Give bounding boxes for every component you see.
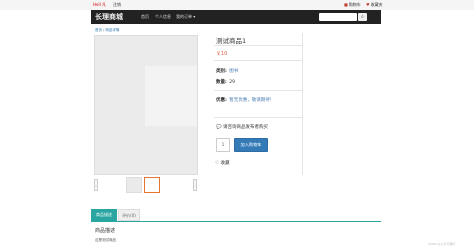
product-title: 测试商品1 <box>216 37 247 45</box>
category-label: 类别: <box>216 69 227 74</box>
category-row: 类别: 图书 <box>216 68 238 74</box>
product-main-image <box>94 35 198 175</box>
description-text: 这是测试商品 <box>95 238 116 242</box>
logout-link[interactable]: 注销 <box>113 2 121 8</box>
product-image-placeholder <box>145 66 197 126</box>
thumbnail-strip: ‹ › <box>94 177 198 193</box>
thumbnail-2-active[interactable] <box>144 177 160 193</box>
divider <box>214 90 302 91</box>
tab-reviews[interactable]: 评价(0) <box>118 209 140 221</box>
stock-row: 数量: 29 <box>216 79 235 85</box>
divider <box>214 60 302 61</box>
top-utility-bar: Hell 凡 注销 ■购物车 ♥收藏夹 <box>0 0 474 10</box>
thumb-prev-arrow[interactable]: ‹ <box>94 179 98 191</box>
add-to-cart-button[interactable]: 加入购物车 <box>234 138 268 152</box>
favorite-label: 收藏 <box>220 161 230 166</box>
nav-orders-dropdown[interactable]: 我的订单 ▾ <box>176 14 195 20</box>
heart-outline-icon: ♡ <box>215 161 220 166</box>
breadcrumb-home[interactable]: 首页 <box>95 28 102 32</box>
nav-profile[interactable]: 个人信息 <box>155 14 171 20</box>
cart-link[interactable]: ■购物车 <box>344 2 361 8</box>
cart-icon: ■ <box>344 2 348 7</box>
search-input[interactable] <box>319 13 357 21</box>
promo-value: 暂无优惠，敬请期待! <box>229 98 272 103</box>
favorites-link-label: 收藏夹 <box>370 2 383 7</box>
stock-label: 数量: <box>216 80 227 85</box>
product-price: ￥10 <box>216 51 228 57</box>
main-navbar: 长理商城 首页 个人信息 我的订单 ▾ ⌕ <box>91 10 381 24</box>
user-greeting-link[interactable]: Hell 凡 <box>93 2 106 8</box>
promo-row: 优惠: 暂无优惠，敬请期待! <box>216 97 272 103</box>
breadcrumb-current[interactable]: 商品详情 <box>105 28 119 32</box>
promo-label: 优惠: <box>216 98 227 103</box>
thumbnail-1[interactable] <box>126 177 142 193</box>
contact-seller-link[interactable]: 💬 请咨询商品发布者购买 <box>216 124 268 130</box>
search-button[interactable]: ⌕ <box>358 13 367 21</box>
vertical-divider <box>302 33 303 175</box>
favorites-link[interactable]: ♥收藏夹 <box>366 2 383 8</box>
nav-home[interactable]: 首页 <box>141 14 149 20</box>
search-icon: ⌕ <box>361 14 364 20</box>
favorite-button[interactable]: ♡ 收藏 <box>215 160 229 166</box>
stock-value: 29 <box>229 80 235 85</box>
thumb-next-arrow[interactable]: › <box>193 179 197 191</box>
category-value[interactable]: 图书 <box>229 69 238 74</box>
cart-link-label: 购物车 <box>348 2 361 7</box>
divider <box>214 45 302 46</box>
watermark: CSDN @小凡不酷吖 <box>428 242 456 246</box>
breadcrumb: 首页 / 商品详情 <box>95 28 119 33</box>
description-title: 商品描述 <box>95 228 116 234</box>
site-brand[interactable]: 长理商城 <box>95 12 123 22</box>
quantity-input[interactable]: 1 <box>216 138 230 152</box>
tab-description[interactable]: 商品描述 <box>91 209 117 221</box>
tab-underline <box>91 221 381 222</box>
contact-seller-label: 请咨询商品发布者购买 <box>223 125 269 130</box>
chat-icon: 💬 <box>216 125 222 130</box>
divider <box>214 117 302 118</box>
heart-icon: ♥ <box>366 2 370 7</box>
